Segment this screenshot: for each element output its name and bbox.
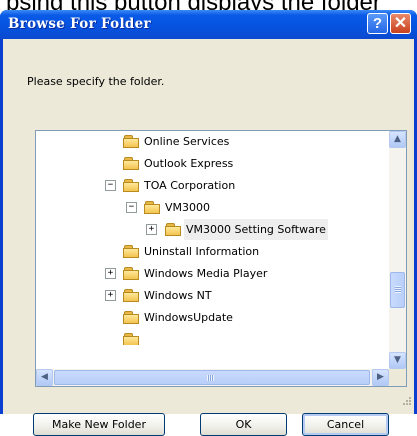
tree-item-outlook-express[interactable]: Outlook Express (36, 153, 388, 174)
vertical-scrollbar[interactable]: ▲ ▼ (389, 131, 406, 369)
ok-button[interactable]: OK (200, 413, 287, 436)
tree-item-label: WindowsUpdate (144, 311, 233, 324)
scrollbar-corner (389, 369, 406, 386)
expand-icon[interactable]: + (105, 290, 116, 301)
folder-icon (123, 289, 140, 302)
tree-item-windowsupdate[interactable]: WindowsUpdate (36, 307, 388, 328)
tree-item-label: Windows Media Player (144, 267, 268, 280)
tree-item-windows-nt[interactable]: + Windows NT (36, 285, 388, 306)
tree-item-toa-corporation[interactable]: − TOA Corporation (36, 175, 388, 196)
prompt-text: Please specify the folder. (27, 75, 165, 88)
tree-item-label: Windows NT (144, 289, 212, 302)
dialog-client-area: Please specify the folder. Online Servic… (3, 39, 414, 436)
folder-icon (123, 135, 140, 148)
collapse-icon[interactable]: − (126, 202, 137, 213)
tree-item-label: Outlook Express (144, 157, 234, 170)
folder-icon (165, 223, 182, 236)
tree-item-online-services[interactable]: Online Services (36, 131, 388, 152)
tree-item-label: TOA Corporation (144, 179, 236, 192)
folder-icon (123, 179, 140, 192)
folder-icon (123, 245, 140, 258)
tree-item-windows-media-player[interactable]: + Windows Media Player (36, 263, 388, 284)
scroll-up-button[interactable]: ▲ (389, 131, 406, 148)
horizontal-scroll-thumb[interactable] (54, 370, 370, 385)
tree-item-uninstall-information[interactable]: Uninstall Information (36, 241, 388, 262)
tree-item-vm3000-setting-software[interactable]: + VM3000 Setting Software (36, 219, 388, 240)
help-button[interactable]: ? (367, 13, 388, 34)
dialog-title: Browse For Folder (8, 16, 151, 32)
close-button[interactable]: ✕ (390, 13, 411, 34)
folder-icon (123, 311, 140, 324)
tree-item-label: Online Services (144, 135, 230, 148)
expand-icon[interactable]: + (105, 268, 116, 279)
title-bar[interactable]: Browse For Folder ? ✕ (0, 10, 417, 39)
make-new-folder-button[interactable]: Make New Folder (33, 413, 165, 436)
tree-item-partial[interactable] (36, 329, 388, 345)
folder-icon (144, 201, 161, 214)
folder-icon (123, 267, 140, 280)
scroll-left-button[interactable]: ◀ (36, 369, 53, 386)
vertical-scroll-thumb[interactable] (390, 272, 405, 308)
tree-item-label: VM3000 (165, 201, 211, 214)
folder-tree[interactable]: Online Services Outlook Express − TOA Co… (35, 130, 407, 387)
tree-item-label: VM3000 Setting Software (184, 219, 328, 240)
collapse-icon[interactable]: − (105, 180, 116, 191)
resize-grip-icon[interactable] (400, 396, 412, 408)
scroll-right-button[interactable]: ▶ (372, 369, 389, 386)
folder-icon (123, 333, 140, 345)
expand-icon[interactable]: + (146, 224, 157, 235)
scroll-down-button[interactable]: ▼ (389, 352, 406, 369)
tree-item-label: Uninstall Information (144, 245, 260, 258)
tree-item-vm3000[interactable]: − VM3000 (36, 197, 388, 218)
horizontal-scrollbar[interactable]: ◀ ▶ (36, 369, 389, 386)
browse-for-folder-dialog: Browse For Folder ? ✕ Please specify the… (0, 10, 417, 436)
cancel-button[interactable]: Cancel (302, 413, 389, 436)
folder-icon (123, 157, 140, 170)
